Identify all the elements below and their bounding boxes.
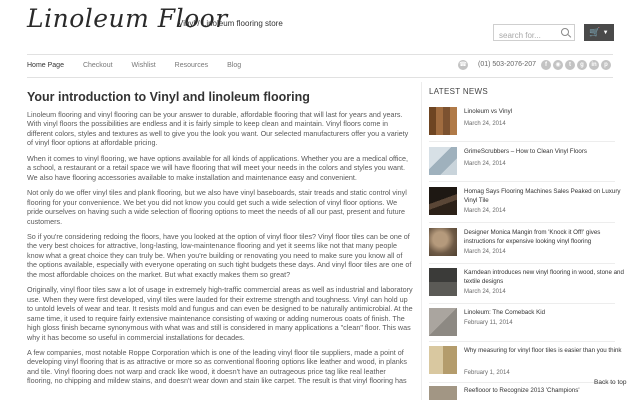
search-input[interactable] xyxy=(494,28,556,43)
news-separator xyxy=(429,382,615,383)
nav-item-wishlist[interactable]: Wishlist xyxy=(132,62,156,72)
news-separator xyxy=(429,222,615,223)
google-plus-icon[interactable]: g xyxy=(577,60,587,70)
news-title[interactable]: Homag Says Flooring Machines Sales Peake… xyxy=(464,188,624,205)
nav-item-blog[interactable]: Blog xyxy=(227,62,241,72)
nav-item-resources[interactable]: Resources xyxy=(175,62,208,72)
news-separator xyxy=(429,341,615,342)
news-item[interactable]: Designer Monica Mangin from 'Knock it Of… xyxy=(429,228,619,260)
news-item[interactable]: Linoleum vs Vinyl March 24, 2014 xyxy=(429,107,619,139)
article-paragraph: Linoleum flooring and vinyl flooring can… xyxy=(27,110,409,148)
back-to-top-link[interactable]: Back to top xyxy=(594,379,627,386)
news-thumbnail[interactable] xyxy=(429,308,457,336)
news-title[interactable]: Linoleum: The Comeback Kid xyxy=(464,309,624,318)
news-date: March 24, 2014 xyxy=(464,249,506,255)
article-paragraph: A few companies, most notable Roppe Corp… xyxy=(27,347,407,386)
news-separator xyxy=(429,181,615,182)
phone-number: (01) 503-2076-207 xyxy=(478,61,536,68)
article-paragraph: Originally, vinyl floor tiles saw a lot … xyxy=(27,285,413,342)
rss-icon[interactable]: ◉ xyxy=(553,60,563,70)
nav-top-divider xyxy=(27,54,613,55)
news-date: March 24, 2014 xyxy=(464,161,506,167)
article-body: Linoleum flooring and vinyl flooring can… xyxy=(27,110,413,392)
news-item[interactable]: Karndean introduces new vinyl flooring i… xyxy=(429,268,624,300)
news-thumbnail[interactable] xyxy=(429,147,457,175)
nav-item-home[interactable]: Home Page xyxy=(27,62,64,72)
nav-item-checkout[interactable]: Checkout xyxy=(83,62,113,72)
news-date: February 1, 2014 xyxy=(464,370,510,376)
news-item[interactable]: Why measuring for vinyl floor tiles is e… xyxy=(429,346,622,378)
news-title[interactable]: Karndean introduces new vinyl flooring i… xyxy=(464,269,624,286)
article-title: Your introduction to Vinyl and linoleum … xyxy=(27,90,310,104)
news-thumbnail[interactable] xyxy=(429,386,457,400)
search-icon[interactable] xyxy=(561,28,569,36)
news-title[interactable]: Reeflooor to Recognize 2013 'Champions' xyxy=(464,387,624,396)
news-thumbnail[interactable] xyxy=(429,346,457,374)
news-date: February 11, 2014 xyxy=(464,320,513,326)
pinterest-icon[interactable]: p xyxy=(601,60,611,70)
search-box[interactable] xyxy=(493,24,575,43)
news-thumbnail[interactable] xyxy=(429,187,457,215)
news-title[interactable]: GrimeScrubbers – How to Clean Vinyl Floo… xyxy=(464,148,624,157)
phone-icon: ☎ xyxy=(458,60,468,70)
news-title[interactable]: Why measuring for vinyl floor tiles is e… xyxy=(464,347,624,356)
news-separator xyxy=(429,141,615,142)
chevron-down-icon: ▼ xyxy=(602,29,609,36)
news-thumbnail[interactable] xyxy=(429,107,457,135)
main-nav: Home Page Checkout Wishlist Resources Bl… xyxy=(27,62,241,72)
news-date: March 24, 2014 xyxy=(464,208,506,214)
social-links: f ◉ t g in p xyxy=(541,60,611,70)
news-date: March 24, 2014 xyxy=(464,289,506,295)
news-title[interactable]: Designer Monica Mangin from 'Knock it Of… xyxy=(464,229,624,246)
cart-button[interactable]: 🛒 ▼ xyxy=(584,24,614,41)
site-tagline: Vinyl / Linoleum flooring store xyxy=(178,19,283,28)
cart-icon: 🛒 xyxy=(589,27,601,37)
twitter-icon[interactable]: t xyxy=(565,60,575,70)
linkedin-icon[interactable]: in xyxy=(589,60,599,70)
sidebar-heading: LATEST NEWS xyxy=(429,87,489,96)
article-paragraph: So if you're considering redoing the flo… xyxy=(27,231,412,279)
news-item[interactable]: GrimeScrubbers – How to Clean Vinyl Floo… xyxy=(429,147,619,179)
news-thumbnail[interactable] xyxy=(429,228,457,256)
sidebar-divider xyxy=(421,82,422,400)
article-paragraph: When it comes to vinyl flooring, we have… xyxy=(27,153,409,182)
news-item[interactable]: Linoleum: The Comeback Kid February 11, … xyxy=(429,308,619,340)
news-date: March 24, 2014 xyxy=(464,121,506,127)
news-separator xyxy=(429,303,615,304)
article-paragraph: Not only do we offer vinyl tiles and pla… xyxy=(27,188,407,226)
news-item[interactable]: Homag Says Flooring Machines Sales Peake… xyxy=(429,187,621,219)
nav-bottom-divider xyxy=(27,77,613,78)
news-separator xyxy=(429,263,615,264)
news-title[interactable]: Linoleum vs Vinyl xyxy=(464,108,624,117)
news-item[interactable]: Reeflooor to Recognize 2013 'Champions' xyxy=(429,386,619,400)
news-thumbnail[interactable] xyxy=(429,268,457,296)
facebook-icon[interactable]: f xyxy=(541,60,551,70)
